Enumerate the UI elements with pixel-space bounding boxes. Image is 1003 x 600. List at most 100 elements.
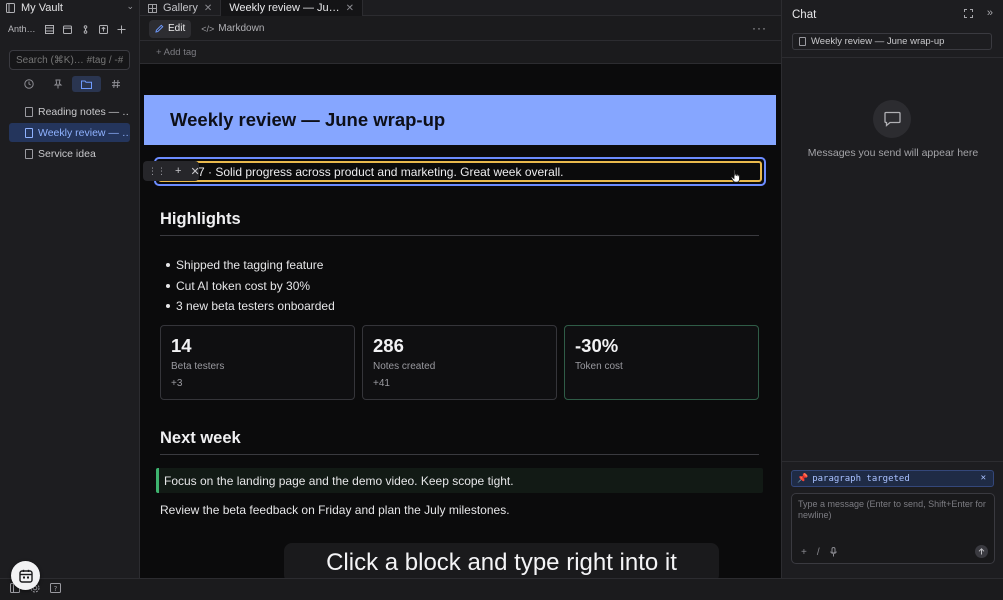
stat-card-notes-created[interactable]: 286 Notes created +41: [362, 325, 557, 400]
heading-divider: [160, 235, 759, 236]
expand-icon[interactable]: [963, 9, 973, 18]
tab-bar: Gallery ✕ Weekly review — Ju… ✕: [140, 0, 781, 16]
gallery-icon: [148, 3, 157, 13]
vault-name: My Vault: [21, 2, 63, 14]
context-file-chip[interactable]: Weekly review — June wrap-up: [792, 33, 992, 50]
target-chip: 📌 paragraph targeted ✕: [791, 470, 994, 487]
tags-view-button[interactable]: [101, 76, 130, 92]
next-week-paragraph[interactable]: Review the beta feedback on Friday and p…: [160, 503, 510, 517]
markdown-mode-button[interactable]: </> Markdown: [195, 20, 270, 38]
workspace-label[interactable]: Anth…: [8, 24, 36, 34]
close-icon[interactable]: ✕: [204, 3, 212, 14]
file-item-label: Weekly review — …: [38, 126, 130, 139]
recent-view-button[interactable]: [14, 76, 43, 92]
tab-gallery[interactable]: Gallery ✕: [140, 0, 222, 16]
add-block-icon[interactable]: +: [175, 165, 181, 177]
file-item-label: Service idea: [38, 147, 96, 160]
file-item-label: Reading notes — …: [38, 105, 130, 118]
editor-toolbar: Edit </> Markdown ···: [140, 17, 781, 41]
markdown-mode-label: Markdown: [218, 23, 265, 34]
clock-icon: [23, 79, 34, 89]
close-icon[interactable]: ✕: [981, 473, 986, 483]
send-button[interactable]: [975, 545, 988, 558]
highlights-list: Shipped the tagging feature Cut AI token…: [164, 255, 335, 317]
tutorial-caption: Click a block and type right into it: [284, 543, 719, 583]
callout-text: Focus on the landing page and the demo v…: [164, 473, 514, 488]
chat-title: Chat: [792, 9, 817, 21]
heading-divider: [160, 454, 759, 455]
block-toolbar: ⋮⋮ + ✕: [143, 161, 200, 181]
list-item[interactable]: Cut AI token cost by 30%: [164, 276, 335, 297]
title-block[interactable]: Weekly review — June wrap-up: [144, 95, 776, 145]
attach-icon[interactable]: +: [801, 547, 807, 558]
next-week-heading[interactable]: Next week: [160, 429, 241, 448]
highlights-heading[interactable]: Highlights: [160, 210, 241, 229]
empty-state-message: Messages you send will appear here: [807, 147, 979, 159]
context-file-label: Weekly review — June wrap-up: [811, 36, 945, 47]
file-item-service-idea[interactable]: Service idea: [9, 144, 130, 163]
message-composer: + /: [791, 493, 995, 564]
stat-label: Token cost: [575, 361, 623, 372]
more-options-icon[interactable]: ···: [752, 21, 767, 35]
close-icon[interactable]: ✕: [346, 3, 354, 14]
stat-label: Notes created: [373, 361, 436, 372]
tab-label: Gallery: [163, 2, 198, 14]
status-bar: [0, 578, 1003, 600]
pinned-view-button[interactable]: [43, 76, 72, 92]
message-input[interactable]: [798, 499, 990, 535]
edit-mode-label: Edit: [168, 23, 186, 34]
divider: [782, 461, 1003, 462]
microphone-icon[interactable]: [829, 547, 837, 557]
calendar-fab-button[interactable]: [11, 561, 40, 590]
document-icon: [799, 37, 806, 46]
target-chip-label: paragraph targeted: [812, 473, 910, 484]
file-item-weekly-review[interactable]: Weekly review — …: [9, 123, 130, 142]
svg-text:?: ?: [54, 585, 58, 593]
sidebar-toolbar: Anth…: [0, 20, 140, 38]
document-icon: [25, 148, 33, 159]
collapse-panel-icon[interactable]: »: [987, 8, 993, 19]
stat-value: -30%: [575, 335, 619, 356]
list-item[interactable]: Shipped the tagging feature: [164, 255, 335, 276]
divider: [782, 57, 1003, 58]
composer-tools: + /: [801, 547, 837, 558]
file-item-reading-notes[interactable]: Reading notes — …: [9, 102, 130, 121]
callout-block[interactable]: Focus on the landing page and the demo v…: [156, 468, 763, 493]
hand-cursor-icon: [730, 169, 740, 183]
calendar-icon: [18, 569, 33, 583]
page-title[interactable]: Weekly review — June wrap-up: [170, 109, 445, 131]
document-icon: [25, 106, 33, 117]
vault-switcher[interactable]: My Vault ⌄: [0, 0, 140, 16]
stat-delta: +3: [171, 378, 183, 389]
chat-bubble-icon: [873, 100, 911, 138]
code-icon: </>: [201, 23, 215, 34]
tab-label: Weekly review — Ju…: [229, 2, 340, 14]
search-input[interactable]: [9, 50, 130, 70]
import-icon[interactable]: [98, 24, 108, 34]
arrow-up-icon: [978, 548, 985, 555]
stat-card-token-cost[interactable]: -30% Token cost: [564, 325, 759, 400]
folder-icon: [81, 80, 92, 89]
stat-label: Beta testers: [171, 361, 225, 372]
slash-command-icon[interactable]: /: [817, 547, 820, 558]
grid-icon[interactable]: [44, 24, 54, 34]
list-item[interactable]: 3 new beta testers onboarded: [164, 296, 335, 317]
caption-text: Click a block and type right into it: [326, 549, 677, 576]
add-icon[interactable]: [117, 25, 126, 34]
chat-header-actions: »: [963, 8, 993, 19]
help-icon[interactable]: ?: [50, 583, 61, 593]
document-canvas: Weekly review — June wrap-up 7 · Solid p…: [140, 64, 781, 578]
stat-card-beta-testers[interactable]: 14 Beta testers +3: [160, 325, 355, 400]
stat-value: 14: [171, 335, 192, 356]
graph-icon[interactable]: [81, 24, 90, 34]
intro-paragraph[interactable]: 7 · Solid progress across product and ma…: [198, 165, 564, 179]
add-tag-button[interactable]: + Add tag: [156, 47, 196, 58]
calendar-icon[interactable]: [62, 25, 72, 34]
folder-view-button[interactable]: [72, 76, 101, 92]
delete-block-icon[interactable]: ✕: [190, 165, 199, 178]
drag-handle-icon[interactable]: ⋮⋮: [148, 166, 166, 177]
tab-weekly-review[interactable]: Weekly review — Ju… ✕: [221, 0, 364, 16]
edit-mode-button[interactable]: Edit: [149, 19, 192, 38]
stat-value: 286: [373, 335, 404, 356]
pin-icon: [53, 79, 62, 89]
